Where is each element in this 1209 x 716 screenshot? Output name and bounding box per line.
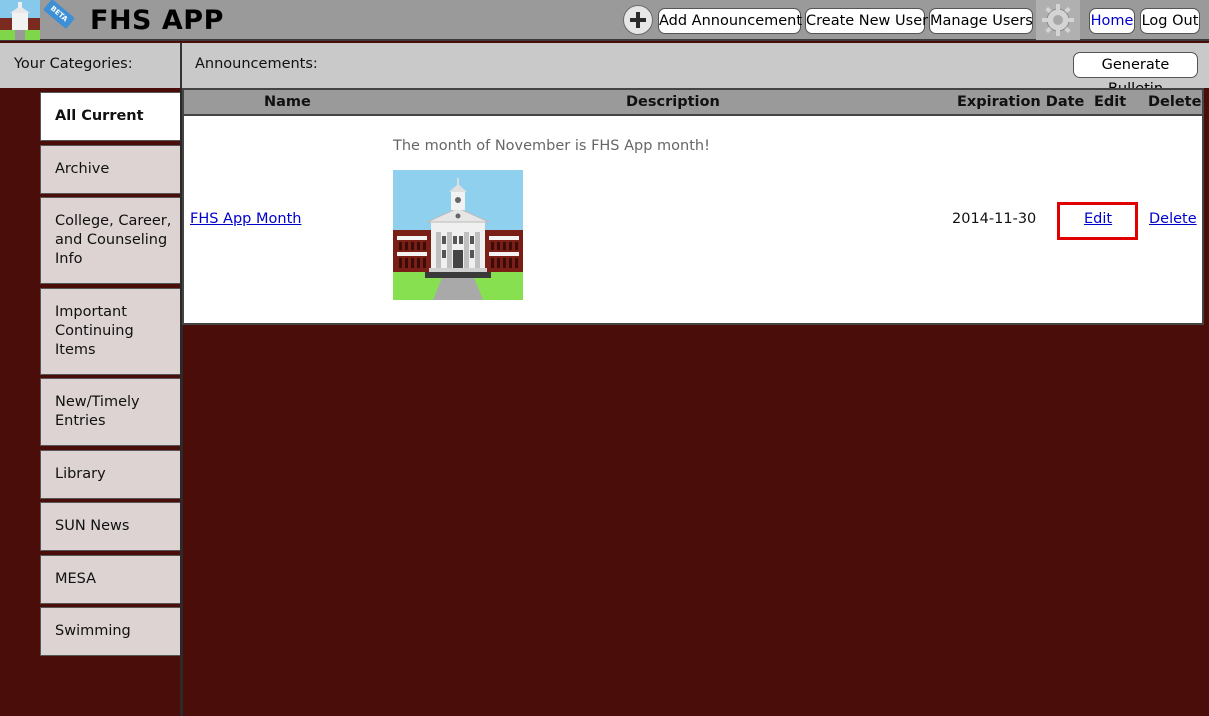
sidebar-item-important-continuing[interactable]: Important Continuing Items [40, 288, 182, 375]
logout-button[interactable]: Log Out [1140, 8, 1200, 34]
manage-users-button[interactable]: Manage Users [929, 8, 1033, 34]
school-building-image [393, 170, 523, 300]
create-new-user-button[interactable]: Create New User [805, 8, 928, 34]
app-title: FHS APP [90, 5, 224, 36]
sidebar-item-sun-news[interactable]: SUN News [40, 502, 182, 551]
sidebar-item-all-current[interactable]: All Current [40, 92, 182, 141]
column-edit: Edit [1094, 94, 1127, 110]
add-announcement-button[interactable]: Add Announcement [658, 8, 802, 34]
announcement-expiration: 2014-11-30 [952, 211, 1037, 227]
app-logo[interactable] [0, 0, 40, 40]
plus-icon[interactable] [623, 5, 653, 35]
sidebar-item-archive[interactable]: Archive [40, 145, 182, 194]
announcements-header: Announcements: [182, 43, 1209, 88]
home-link[interactable]: Home [1089, 8, 1135, 34]
categories-header-label: Your Categories: [14, 56, 133, 72]
sidebar-item-mesa[interactable]: MESA [40, 555, 182, 604]
announcement-description: The month of November is FHS App month! [393, 138, 710, 154]
delete-link[interactable]: Delete [1149, 211, 1197, 227]
column-name: Name [264, 94, 311, 110]
announcements-label: Announcements: [195, 56, 318, 72]
table-header: Name Description Expiration Date Edit De… [184, 90, 1202, 116]
edit-link[interactable]: Edit [1084, 211, 1112, 227]
gear-icon[interactable] [1036, 0, 1080, 40]
beta-badge: BETA [43, 0, 75, 30]
categories-header: Your Categories: [0, 43, 182, 88]
column-description: Description [626, 94, 720, 110]
sidebar-item-college-career[interactable]: College, Career, and Counseling Info [40, 197, 182, 284]
column-delete: Delete [1148, 94, 1202, 110]
column-expiration: Expiration Date [957, 94, 1085, 110]
announcement-name-link[interactable]: FHS App Month [190, 211, 301, 227]
generate-bulletin-button[interactable]: Generate Bulletin [1073, 52, 1198, 97]
sidebar-item-library[interactable]: Library [40, 450, 182, 499]
top-bar: BETA FHS APP Add Announcement Create New… [0, 0, 1209, 41]
sidebar-item-new-timely[interactable]: New/Timely Entries [40, 378, 182, 446]
announcements-table: Name Description Expiration Date Edit De… [182, 88, 1204, 325]
sidebar-item-swimming[interactable]: Swimming [40, 607, 182, 656]
